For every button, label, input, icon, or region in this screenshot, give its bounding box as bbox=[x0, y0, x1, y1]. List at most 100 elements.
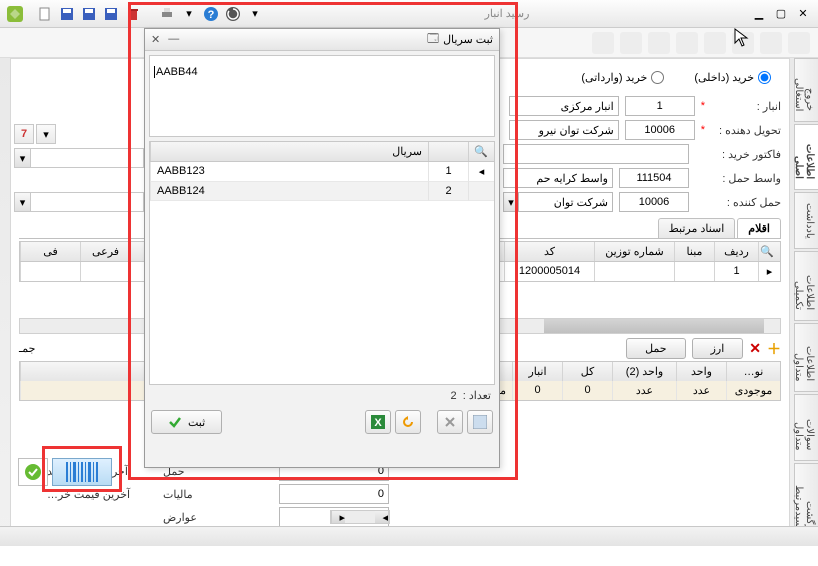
chevron-down-icon[interactable]: ▾ bbox=[180, 5, 198, 23]
col-fee: فی bbox=[20, 242, 80, 261]
count-label: تعداد : bbox=[463, 390, 491, 402]
cell: 2 bbox=[428, 182, 468, 201]
carrier-code-input[interactable] bbox=[619, 168, 689, 188]
remove-icon[interactable]: ✕ bbox=[749, 340, 761, 357]
tool-icon[interactable] bbox=[620, 32, 642, 54]
col: واحد (2) bbox=[612, 362, 676, 381]
print-icon[interactable] bbox=[158, 5, 176, 23]
cell: AABB124 bbox=[150, 182, 428, 201]
save2-icon[interactable] bbox=[80, 5, 98, 23]
close-icon[interactable]: ✕ bbox=[794, 5, 812, 23]
cal-icon[interactable]: 7 bbox=[14, 124, 34, 144]
serial-input[interactable]: AABB44 bbox=[149, 55, 495, 137]
col-weigh: شماره توزین bbox=[594, 242, 674, 261]
supplier-name-input[interactable] bbox=[509, 120, 619, 140]
col: نو… bbox=[726, 362, 780, 381]
side-tab[interactable]: خروج استغالی bbox=[794, 58, 818, 122]
carrier-label: واسط حمل : bbox=[711, 172, 781, 185]
grid-icon[interactable] bbox=[467, 410, 493, 434]
left-controls: 7 ▾ ▾ ▾ bbox=[14, 124, 144, 216]
svg-text:X: X bbox=[374, 417, 382, 429]
label: عوارض bbox=[163, 511, 273, 524]
tool-icon[interactable] bbox=[648, 32, 670, 54]
side-tabs: خروج استغالی اطلاعات اصلی یادداشت اطلاعا… bbox=[794, 58, 818, 546]
radio-input[interactable] bbox=[758, 71, 771, 84]
serial-row[interactable]: ◂ 1 AABB123 bbox=[150, 162, 494, 182]
warehouse-name-input[interactable] bbox=[509, 96, 619, 116]
help-icon[interactable]: ? bbox=[202, 5, 220, 23]
confirm-round-button[interactable] bbox=[18, 458, 48, 486]
count-value: 2 bbox=[451, 390, 457, 402]
search-icon[interactable]: 🔍 bbox=[758, 242, 780, 261]
supplier-label: تحویل دهنده : bbox=[711, 124, 781, 137]
undo-icon[interactable] bbox=[395, 410, 421, 434]
serial-row[interactable]: 2 AABB124 bbox=[150, 182, 494, 201]
ship-button[interactable]: حمل bbox=[626, 338, 686, 359]
tool-icon[interactable] bbox=[676, 32, 698, 54]
shipper-name-input[interactable] bbox=[519, 192, 613, 212]
app-logo-icon bbox=[6, 5, 24, 23]
barcode-button[interactable] bbox=[52, 458, 112, 486]
search-icon[interactable]: 🔍 bbox=[468, 142, 494, 161]
minimize-icon[interactable]: ▁ bbox=[750, 5, 768, 23]
cell: 1 bbox=[714, 262, 758, 281]
tool-icon[interactable] bbox=[704, 32, 726, 54]
cell: موجودی bbox=[726, 381, 780, 400]
tool-icon[interactable] bbox=[732, 32, 754, 54]
submit-button[interactable]: ثبت bbox=[151, 410, 222, 434]
add-icon[interactable]: ＋ bbox=[767, 339, 781, 359]
serial-modal: ✕ — ثبت سریال 🗔 AABB44 🔍 سریال ◂ 1 AABB1… bbox=[144, 28, 500, 468]
supplier-code-input[interactable] bbox=[625, 120, 695, 140]
clear-icon[interactable]: ▾ bbox=[36, 124, 56, 144]
col: کل bbox=[562, 362, 612, 381]
side-tab[interactable]: اطلاعات متداول bbox=[794, 323, 818, 392]
svg-text:?: ? bbox=[208, 9, 215, 21]
modal-minimize-icon[interactable]: — bbox=[168, 33, 179, 46]
tab-related[interactable]: اسناد مرتبط bbox=[658, 218, 736, 238]
radio-import[interactable]: خرید (وارداتی) bbox=[581, 71, 664, 84]
col-base: مبنا bbox=[674, 242, 714, 261]
serial-grid: 🔍 سریال ◂ 1 AABB123 2 AABB124 bbox=[149, 141, 495, 385]
save-icon[interactable] bbox=[58, 5, 76, 23]
col: انبار bbox=[512, 362, 562, 381]
warehouse-code-input[interactable] bbox=[625, 96, 695, 116]
window-title: رسید انبار bbox=[485, 7, 530, 20]
chevron-down-icon[interactable]: ▾ bbox=[246, 5, 264, 23]
side-tab[interactable]: اطلاعات تکمیلی bbox=[794, 251, 818, 321]
tool-icon[interactable] bbox=[760, 32, 782, 54]
tab-items[interactable]: اقلام bbox=[737, 218, 781, 238]
sum-input[interactable] bbox=[279, 484, 389, 504]
new-icon[interactable] bbox=[36, 5, 54, 23]
cell: 0 bbox=[562, 381, 612, 400]
main-toolbar: ▾ ? ▾ رسید انبار ▁ ▢ ✕ bbox=[0, 0, 818, 28]
dropdown-icon[interactable]: ▾ bbox=[15, 149, 31, 167]
carrier-name-input[interactable] bbox=[503, 168, 613, 188]
currency-button[interactable]: ارز bbox=[692, 338, 744, 359]
excel-icon[interactable]: X bbox=[365, 410, 391, 434]
maximize-icon[interactable]: ▢ bbox=[772, 5, 790, 23]
save3-icon[interactable] bbox=[102, 5, 120, 23]
radio-input[interactable] bbox=[651, 71, 664, 84]
delete-icon[interactable] bbox=[124, 5, 142, 23]
side-tab[interactable]: سوالات متداول bbox=[794, 394, 818, 461]
side-tab[interactable]: یادداشت bbox=[794, 192, 818, 250]
warehouse-label: انبار : bbox=[711, 100, 781, 113]
tool-icon[interactable] bbox=[592, 32, 614, 54]
shipper-code-input[interactable] bbox=[619, 192, 689, 212]
tool-icon[interactable] bbox=[788, 32, 810, 54]
label: آخرین قیمت خر… bbox=[47, 488, 157, 501]
dropdown-icon[interactable]: ▾ bbox=[503, 192, 519, 212]
cell: AABB123 bbox=[150, 162, 428, 182]
small-scrollbar[interactable]: ◂▸ bbox=[330, 510, 390, 524]
dropdown-icon[interactable]: ▾ bbox=[15, 193, 31, 211]
radio-internal[interactable]: خرید (داخلی) bbox=[694, 71, 771, 84]
cell: عدد bbox=[612, 381, 676, 400]
col-sub: فرعی bbox=[80, 242, 130, 261]
invoice-input[interactable] bbox=[503, 144, 689, 164]
status-bar bbox=[0, 526, 818, 546]
modal-close-icon[interactable]: ✕ bbox=[151, 33, 160, 46]
side-tab[interactable]: اطلاعات اصلی bbox=[794, 124, 818, 189]
delete-icon[interactable] bbox=[437, 410, 463, 434]
required-icon: * bbox=[701, 124, 705, 136]
refresh-icon[interactable] bbox=[224, 5, 242, 23]
